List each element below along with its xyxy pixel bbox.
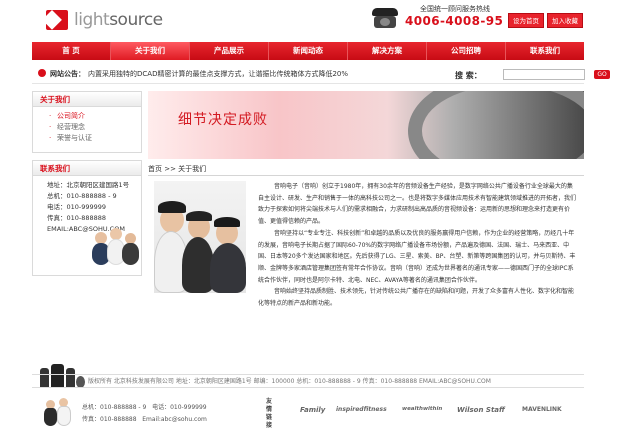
add-favorite-button[interactable]: 加入收藏 bbox=[547, 13, 583, 28]
notice-icon bbox=[38, 69, 46, 77]
search-label: 搜 索： bbox=[455, 71, 482, 80]
sidebar-item-company-profile[interactable]: 公司简介 bbox=[47, 111, 141, 122]
contact-switchboard: 总机：010-888888 - 9 bbox=[47, 192, 117, 200]
search-input[interactable] bbox=[503, 69, 585, 80]
logo-text: lightsource bbox=[74, 10, 163, 30]
banner-title: 细节决定成败 bbox=[178, 112, 268, 128]
partner-mavenlink[interactable]: MAVENLINK bbox=[522, 406, 562, 413]
sidebar: 关于我们 公司简介 经营理念 荣誉与认证 联系我们 地址：北京朝阳区建国路1号 … bbox=[32, 91, 142, 276]
article-paragraph-3: 音响始终坚持品质制胜、技术领先，针对传统公共广播存在的缺陷和问题，开发了众多富有… bbox=[258, 288, 575, 308]
footer-text: 版权所有 北京科技发展有限公司 地址：北京朝阳区建国路1号 邮编：100000 … bbox=[88, 378, 491, 385]
team-photo bbox=[154, 181, 246, 293]
nav-jobs[interactable]: 公司招聘 bbox=[427, 42, 506, 60]
about-title: 关于我们 bbox=[32, 91, 142, 107]
set-homepage-button[interactable]: 设为首页 bbox=[508, 13, 544, 28]
banner: 细节决定成败 bbox=[148, 91, 584, 159]
nav-solutions[interactable]: 解决方案 bbox=[348, 42, 427, 60]
banner-decoration bbox=[408, 91, 584, 159]
article-text: 音响电子（音响）创立于1980年，拥有30余年的音频设备生产经验，是数字网络公共… bbox=[258, 181, 578, 310]
breadcrumb[interactable]: 首页 >> 关于我们 bbox=[148, 164, 584, 176]
main-nav: 首 页 关于我们 产品展示 新闻动态 解决方案 公司招聘 联系我们 bbox=[32, 42, 584, 60]
hotline: 全国统一顾问服务热线 4006-4008-95 bbox=[405, 4, 505, 34]
footer-bottom: 总机：010-888888 - 9 电话：010-999999 传真：010-8… bbox=[32, 392, 584, 432]
contact-title: 联系我们 bbox=[32, 160, 142, 176]
notice-text[interactable]: 内置采用独特的DCAD精密计算的最佳点支撑方式，让谐振比传统箱体方式降低20% bbox=[88, 69, 348, 79]
logo-bold-text: source bbox=[109, 10, 163, 30]
article-paragraph-2: 音响坚持以“专业专注、科技创新”和卓越的品质以及优良的服务赢得用户信赖，作为企业… bbox=[258, 229, 576, 284]
telephone-icon bbox=[372, 4, 398, 32]
contact-fax: 传真：010-888888 bbox=[47, 214, 107, 222]
nav-products[interactable]: 产品展示 bbox=[190, 42, 269, 60]
contact-box: 地址：北京朝阳区建国路1号 总机：010-888888 - 9 电话：010-9… bbox=[32, 176, 142, 276]
sidebar-item-philosophy[interactable]: 经营理念 bbox=[47, 122, 141, 133]
staff-icon bbox=[44, 398, 74, 426]
nav-about[interactable]: 关于我们 bbox=[111, 42, 190, 60]
about-links: 公司简介 经营理念 荣誉与认证 bbox=[32, 107, 142, 153]
contact-phone: 电话：010-999999 bbox=[47, 203, 107, 211]
search-button[interactable]: GO bbox=[594, 70, 610, 79]
sidebar-item-honors[interactable]: 荣誉与认证 bbox=[47, 133, 141, 144]
partners-label: 友情链接 bbox=[266, 398, 273, 429]
logo-mark bbox=[46, 10, 68, 30]
notice-label: 网站公告： bbox=[50, 70, 85, 78]
footer-fax: 传真：010-888888 Email:abc@sohu.com bbox=[82, 416, 207, 423]
main-content: 细节决定成败 首页 >> 关于我们 音响电子（音响）创立于1980年，拥有30余… bbox=[148, 91, 584, 371]
partner-wealthwithin[interactable]: wealthwithin bbox=[402, 406, 442, 412]
article-paragraph-1: 音响电子（音响）创立于1980年，拥有30余年的音频设备生产经验，是数字网络公共… bbox=[258, 183, 577, 226]
logo-light-text: light bbox=[74, 10, 110, 30]
partner-wilson-staff[interactable]: Wilson Staff bbox=[457, 406, 505, 414]
hotline-label: 全国统一顾问服务热线 bbox=[420, 5, 490, 13]
notice-bar: 网站公告： 内置采用独特的DCAD精密计算的最佳点支撑方式，让谐振比传统箱体方式… bbox=[32, 64, 610, 84]
hotline-number: 4006-4008-95 bbox=[405, 14, 504, 28]
logo[interactable]: lightsource bbox=[46, 8, 166, 32]
staff-photo bbox=[91, 224, 141, 276]
nav-contact[interactable]: 联系我们 bbox=[506, 42, 584, 60]
nav-home[interactable]: 首 页 bbox=[32, 42, 111, 60]
footer-switchboard: 总机：010-888888 - 9 电话：010-999999 bbox=[82, 404, 207, 411]
partner-inspiredfitness[interactable]: inspiredfitness bbox=[336, 406, 387, 413]
contact-address: 地址：北京朝阳区建国路1号 bbox=[47, 181, 130, 189]
partner-family[interactable]: Family bbox=[300, 406, 325, 414]
header: lightsource 全国统一顾问服务热线 4006-4008-95 设为首页… bbox=[0, 0, 620, 40]
article: 音响电子（音响）创立于1980年，拥有30余年的音频设备生产经验，是数字网络公共… bbox=[148, 181, 584, 371]
nav-news[interactable]: 新闻动态 bbox=[269, 42, 348, 60]
footer-copyright: 版权所有 北京科技发展有限公司 地址：北京朝阳区建国路1号 邮编：100000 … bbox=[32, 374, 584, 388]
